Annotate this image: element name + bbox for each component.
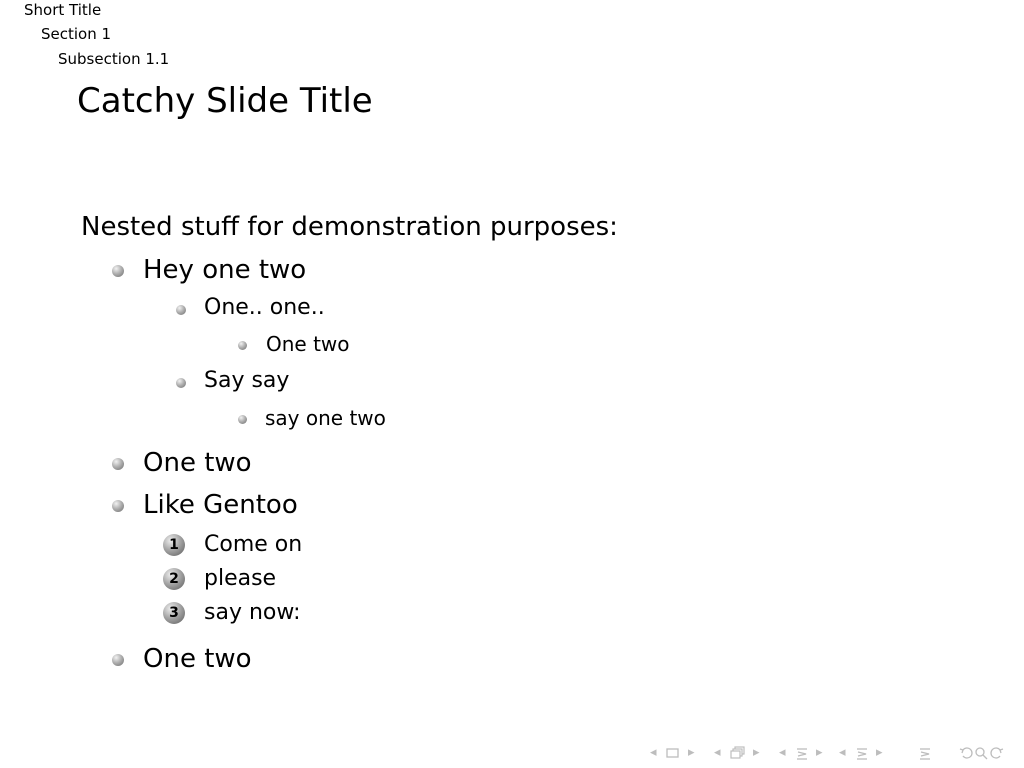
enum-number-ball-icon: 3 — [163, 602, 185, 624]
triangle-left-icon[interactable]: ◂ — [779, 743, 786, 763]
bullet-ball-icon — [112, 265, 124, 277]
forward-icon[interactable] — [988, 743, 1004, 763]
presentation-icon[interactable] — [855, 743, 869, 763]
bullet-ball-icon — [176, 305, 186, 315]
bullet-ball-icon — [112, 458, 124, 470]
search-icon[interactable] — [974, 743, 988, 763]
back-icon[interactable] — [959, 743, 975, 763]
subsection-icon[interactable] — [730, 743, 746, 763]
bullet-ball-icon — [238, 415, 247, 424]
list-item-label: Say say — [204, 368, 290, 393]
triangle-right-icon[interactable]: ▸ — [816, 743, 823, 763]
bullet-ball-icon — [176, 378, 186, 388]
appendix-icon[interactable] — [918, 743, 932, 763]
triangle-left-icon[interactable]: ◂ — [839, 743, 846, 763]
enum-number-ball-icon: 2 — [163, 568, 185, 590]
list-item-label: One two — [143, 644, 252, 674]
triangle-right-icon[interactable]: ▸ — [688, 743, 695, 763]
list-item-label: say one two — [265, 406, 386, 430]
list-item-label: Like Gentoo — [143, 490, 298, 520]
headline-section[interactable]: Section 1 — [41, 27, 111, 42]
intro-text: Nested stuff for demonstration purposes: — [81, 212, 618, 242]
bullet-ball-icon — [238, 341, 247, 350]
enum-item-label: please — [204, 566, 277, 591]
enum-item-label: say now: — [204, 600, 301, 625]
bullet-ball-icon — [112, 654, 124, 666]
list-item-label: One two — [143, 448, 252, 478]
enum-item-label: Come on — [204, 532, 303, 557]
list-item-label: One.. one.. — [204, 295, 325, 320]
triangle-left-icon[interactable]: ◂ — [714, 743, 721, 763]
headline-short-title[interactable]: Short Title — [24, 3, 101, 18]
triangle-right-icon[interactable]: ▸ — [753, 743, 760, 763]
headline-subsection[interactable]: Subsection 1.1 — [58, 52, 169, 67]
list-item-label: Hey one two — [143, 255, 307, 285]
section-icon[interactable] — [795, 743, 809, 763]
bullet-ball-icon — [112, 500, 124, 512]
triangle-right-icon[interactable]: ▸ — [876, 743, 883, 763]
triangle-left-icon[interactable]: ◂ — [650, 743, 657, 763]
list-item-label: One two — [266, 332, 350, 356]
slide-title: Catchy Slide Title — [77, 81, 373, 121]
enum-number-ball-icon: 1 — [163, 534, 185, 556]
frame-icon[interactable] — [666, 743, 680, 763]
